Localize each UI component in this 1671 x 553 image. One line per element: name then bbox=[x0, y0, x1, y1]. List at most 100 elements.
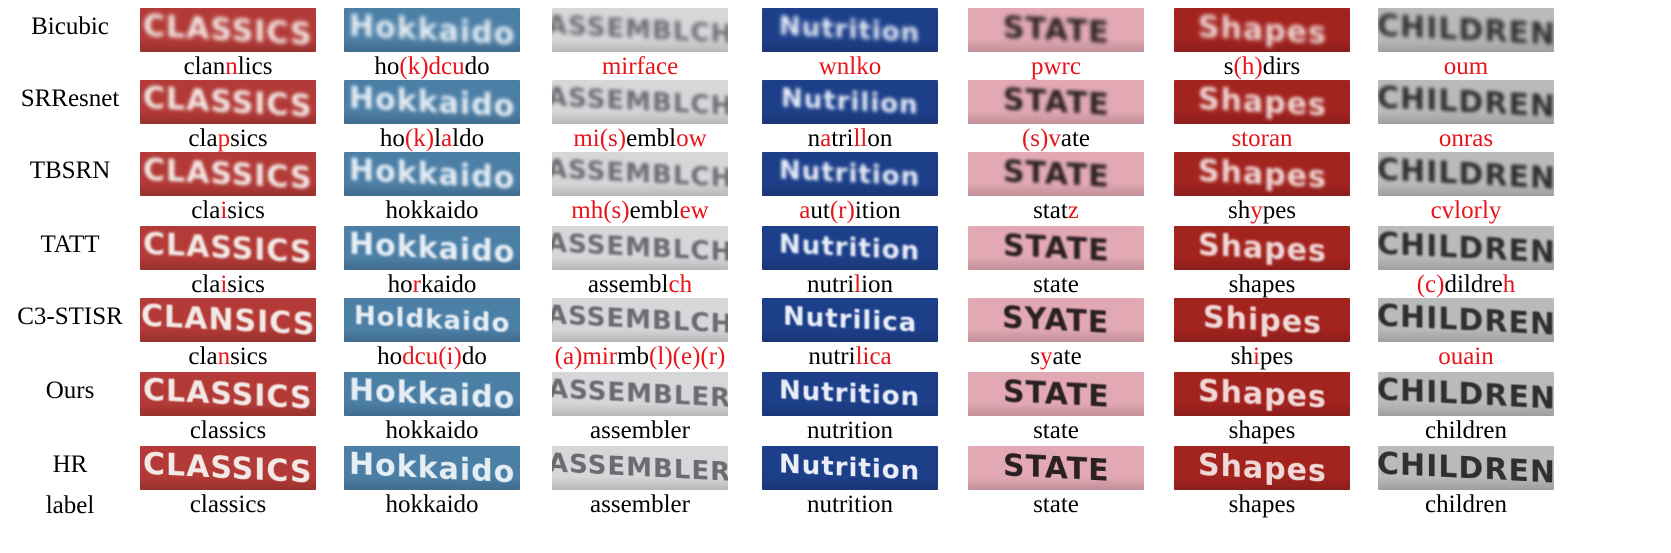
caption-segment: nutrition bbox=[806, 491, 894, 518]
recognition-caption: shypes bbox=[1162, 197, 1362, 225]
image-text: STATE bbox=[1002, 373, 1110, 415]
row-label-line: Ours bbox=[45, 377, 95, 404]
caption-error-segment: (h) bbox=[1233, 53, 1263, 80]
recognition-caption: claisics bbox=[128, 271, 328, 299]
caption-segment: state bbox=[1033, 491, 1079, 518]
image-text: CHILDREN bbox=[1378, 8, 1554, 52]
recognition-caption: (s)vate bbox=[956, 125, 1156, 153]
caption-error-segment: r bbox=[412, 271, 421, 298]
sample-image: Shapes bbox=[1174, 8, 1350, 52]
sample-image: CLASSICS bbox=[140, 8, 316, 52]
image-text: CHILDREN bbox=[1378, 80, 1554, 124]
recognition-caption: (a)mirmb(l)(e)(r) bbox=[540, 343, 740, 371]
sample-image: CHILDREN bbox=[1378, 372, 1554, 416]
sample-image: CHILDREN bbox=[1378, 80, 1554, 124]
caption-segment: pes bbox=[1259, 343, 1294, 370]
recognition-caption: shapes bbox=[1162, 491, 1362, 519]
sample-image: CHILDREN bbox=[1378, 8, 1554, 52]
caption-segment: stat bbox=[1033, 197, 1068, 224]
image-text: Hokkaido bbox=[348, 152, 516, 196]
caption-error-segment: lica bbox=[855, 343, 892, 370]
image-text: Shapes bbox=[1197, 447, 1327, 489]
caption-segment: mb bbox=[617, 343, 650, 370]
image-text: ASSEMBLCH bbox=[552, 82, 728, 122]
recognition-caption: children bbox=[1366, 491, 1566, 519]
caption-segment: classics bbox=[189, 491, 267, 518]
recognition-caption: pwrc bbox=[956, 53, 1156, 81]
caption-error-segment: ow bbox=[676, 125, 707, 152]
caption-segment: hokkaido bbox=[385, 491, 479, 518]
caption-segment: n bbox=[807, 125, 821, 152]
caption-error-segment: ouain bbox=[1438, 343, 1494, 370]
row-label: C3-STISR bbox=[0, 302, 140, 331]
image-text: CLASSICS bbox=[143, 8, 313, 52]
sample-image: ASSEMBLCH bbox=[552, 80, 728, 124]
recognition-caption: ho(k)laldo bbox=[332, 125, 532, 153]
caption-segment: dirs bbox=[1262, 53, 1301, 80]
image-text: Nutrition bbox=[779, 449, 921, 487]
caption-segment: nutri bbox=[806, 271, 855, 298]
caption-error-segment: y bbox=[1250, 197, 1263, 224]
image-text: Shapes bbox=[1197, 227, 1327, 269]
image-text: STATE bbox=[1002, 227, 1110, 269]
sample-image: STATE bbox=[968, 8, 1144, 52]
image-text: Hokkaido bbox=[348, 446, 516, 490]
image-text: Hokkaido bbox=[348, 372, 516, 416]
sample-image: CLASSICS bbox=[140, 152, 316, 196]
caption-error-segment: (r) bbox=[829, 197, 855, 224]
recognition-caption: claisics bbox=[128, 197, 328, 225]
image-text: Nutrition bbox=[779, 375, 921, 413]
caption-error-segment: i bbox=[1252, 343, 1260, 370]
recognition-caption: natrillon bbox=[750, 125, 950, 153]
recognition-caption: shipes bbox=[1162, 343, 1362, 371]
recognition-caption: hokkaido bbox=[332, 491, 532, 519]
caption-error-segment: a bbox=[820, 125, 832, 152]
image-text: Hokkaido bbox=[348, 8, 516, 52]
recognition-caption: mi(s)emblow bbox=[540, 125, 740, 153]
caption-segment: sics bbox=[227, 197, 265, 224]
recognition-caption: classics bbox=[128, 417, 328, 445]
recognition-caption: wnlko bbox=[750, 53, 950, 81]
sample-image: Hokkaido bbox=[344, 80, 520, 124]
sample-image: Nutrition bbox=[762, 226, 938, 270]
caption-segment: ho bbox=[387, 271, 413, 298]
row-label-line: HR bbox=[52, 451, 88, 478]
recognition-caption: hokkaido bbox=[332, 417, 532, 445]
caption-segment: ho bbox=[374, 53, 400, 80]
sample-image: STATE bbox=[968, 152, 1144, 196]
caption-segment: state bbox=[1033, 271, 1079, 298]
sample-image: Shapes bbox=[1174, 80, 1350, 124]
caption-error-segment: ew bbox=[679, 197, 709, 224]
caption-error-segment: n bbox=[217, 343, 231, 370]
sample-image: CLASSICS bbox=[140, 80, 316, 124]
image-text: ASSEMBLCH bbox=[552, 154, 728, 194]
image-text: ASSEMBLER bbox=[552, 448, 728, 488]
row-label: HR label bbox=[0, 450, 140, 520]
caption-segment: cla bbox=[188, 125, 218, 152]
caption-segment: hokkaido bbox=[385, 417, 479, 444]
caption-segment: sics bbox=[227, 271, 265, 298]
caption-segment: children bbox=[1425, 491, 1507, 518]
recognition-caption: s(h)dirs bbox=[1162, 53, 1362, 81]
image-text: Shapes bbox=[1197, 153, 1327, 195]
caption-segment: l bbox=[434, 125, 442, 152]
caption-error-segment: p bbox=[217, 125, 231, 152]
recognition-caption: classics bbox=[128, 491, 328, 519]
caption-segment: assembler bbox=[590, 417, 690, 444]
image-text: CHILDREN bbox=[1378, 152, 1554, 196]
caption-segment: s bbox=[1030, 343, 1041, 370]
recognition-caption: state bbox=[956, 271, 1156, 299]
caption-segment: shapes bbox=[1228, 417, 1296, 444]
caption-segment: dildre bbox=[1444, 271, 1503, 298]
row-label: TBSRN bbox=[0, 156, 140, 185]
recognition-caption: syate bbox=[956, 343, 1156, 371]
caption-segment: classics bbox=[189, 417, 267, 444]
caption-segment: ut bbox=[810, 197, 830, 224]
comparison-figure: Bicubic CLASSICS clannlics Hokkaido ho(k)dcu… bbox=[0, 0, 1671, 553]
image-text: ASSEMBLCH bbox=[552, 10, 728, 50]
image-text: Shapes bbox=[1197, 81, 1327, 123]
image-text: CLASSICS bbox=[143, 226, 313, 270]
image-text: Holdkaido bbox=[353, 300, 511, 340]
caption-segment: sh bbox=[1230, 343, 1253, 370]
row-label-line: TBSRN bbox=[29, 157, 111, 184]
